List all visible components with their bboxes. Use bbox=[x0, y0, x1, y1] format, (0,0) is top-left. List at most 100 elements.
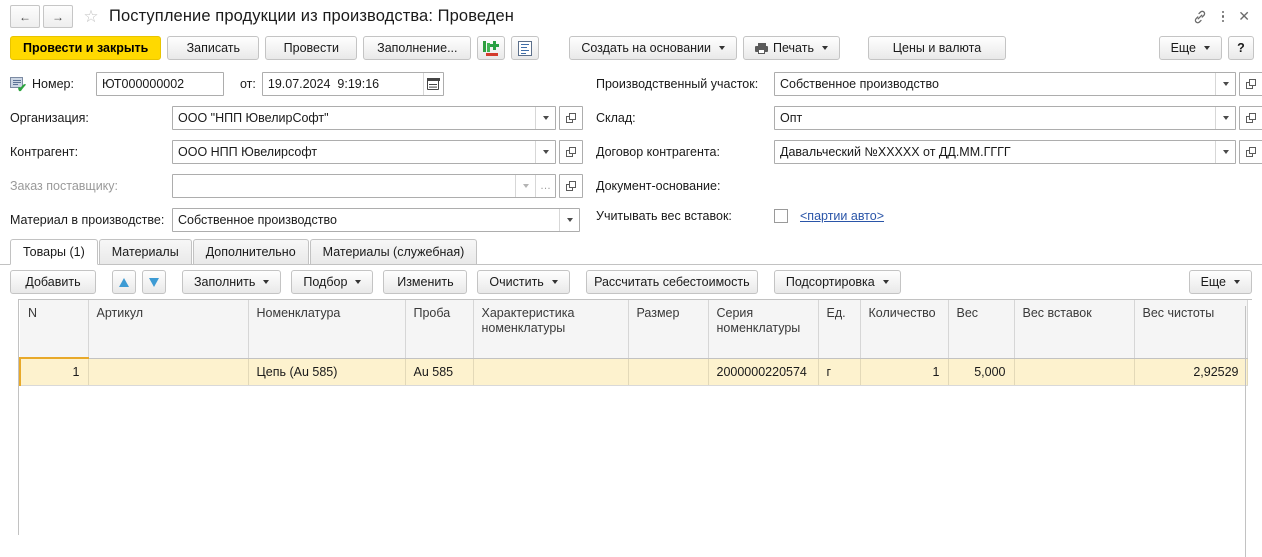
cell-size[interactable] bbox=[628, 358, 709, 386]
warehouse-input[interactable] bbox=[775, 107, 1215, 129]
printer-icon bbox=[755, 42, 769, 54]
write-button[interactable]: Записать bbox=[167, 36, 260, 60]
fill-rows-button[interactable]: Заполнить bbox=[182, 270, 282, 294]
cell-characteristic[interactable] bbox=[473, 358, 629, 386]
print-button[interactable]: Печать bbox=[743, 36, 840, 60]
cell-series[interactable]: 2000000220574 bbox=[708, 358, 819, 386]
subsort-button[interactable]: Подсортировка bbox=[773, 270, 901, 294]
production-site-field[interactable] bbox=[774, 72, 1236, 96]
col-header-characteristic[interactable]: Характеристика номенклатуры bbox=[473, 300, 629, 359]
cell-assay[interactable]: Au 585 bbox=[405, 358, 474, 386]
goods-table[interactable]: N Артикул Номенклатура Проба Характерист… bbox=[18, 299, 1252, 535]
col-header-insert-weight[interactable]: Вес вставок bbox=[1014, 300, 1135, 359]
contract-input[interactable] bbox=[775, 141, 1215, 163]
move-row-down-button[interactable] bbox=[142, 270, 166, 294]
cell-nomenclature[interactable]: Цепь (Au 585) bbox=[248, 358, 406, 386]
tab-materials-service[interactable]: Материалы (служебная) bbox=[309, 239, 478, 264]
date-input[interactable] bbox=[262, 73, 423, 95]
post-button[interactable]: Провести bbox=[265, 36, 358, 60]
list-document-button[interactable] bbox=[511, 36, 540, 60]
cell-row-number[interactable]: 1 bbox=[19, 357, 89, 386]
material-in-production-input[interactable] bbox=[173, 209, 559, 231]
production-site-input[interactable] bbox=[775, 73, 1215, 95]
add-row-button[interactable]: Добавить bbox=[10, 270, 96, 294]
post-and-close-button[interactable]: Провести и закрыть bbox=[10, 36, 162, 60]
material-in-production-dropdown-button[interactable] bbox=[559, 209, 579, 231]
col-header-weight[interactable]: Вес bbox=[948, 300, 1015, 359]
supplier-order-select-button[interactable]: … bbox=[535, 175, 555, 197]
warehouse-dropdown-button[interactable] bbox=[1215, 107, 1235, 129]
cell-quantity[interactable]: 1 bbox=[860, 358, 949, 386]
more-button[interactable]: Еще bbox=[1158, 36, 1222, 60]
calendar-picker-button[interactable] bbox=[422, 73, 443, 95]
move-row-up-button[interactable] bbox=[112, 270, 136, 294]
counterparty-open-button[interactable] bbox=[559, 140, 583, 164]
create-on-basis-button[interactable]: Создать на основании bbox=[569, 36, 738, 60]
organization-dropdown-button[interactable] bbox=[535, 107, 555, 129]
supplier-order-row: Заказ поставщику: … bbox=[10, 169, 588, 203]
supplier-order-field[interactable]: … bbox=[172, 174, 556, 198]
tab-strip: Товары (1) Материалы Дополнительно Матер… bbox=[0, 239, 1262, 265]
contract-field[interactable] bbox=[774, 140, 1236, 164]
supplier-order-dropdown-button[interactable] bbox=[515, 175, 535, 197]
counterparty-input[interactable] bbox=[173, 141, 535, 163]
organization-row: Организация: bbox=[10, 101, 588, 135]
green-plus-doc-button[interactable] bbox=[477, 36, 506, 60]
date-field[interactable] bbox=[261, 72, 444, 96]
production-site-label: Производственный участок: bbox=[596, 77, 759, 91]
favorite-star-icon[interactable]: ☆ bbox=[81, 7, 101, 27]
tab-goods[interactable]: Товары (1) bbox=[10, 239, 98, 265]
prices-and-currency-button[interactable]: Цены и валюта bbox=[867, 36, 1006, 60]
organization-input[interactable] bbox=[173, 107, 535, 129]
chevron-down-icon bbox=[1222, 116, 1229, 120]
chevron-down-icon bbox=[821, 46, 828, 50]
col-header-nomenclature[interactable]: Номенклатура bbox=[248, 300, 406, 359]
cell-article[interactable] bbox=[88, 358, 249, 386]
close-icon[interactable]: ✕ bbox=[1238, 8, 1250, 25]
link-icon[interactable] bbox=[1192, 9, 1208, 25]
col-header-assay[interactable]: Проба bbox=[405, 300, 474, 359]
col-header-article[interactable]: Артикул bbox=[88, 300, 249, 359]
contract-open-button[interactable] bbox=[1239, 140, 1262, 164]
cell-insert-weight[interactable] bbox=[1014, 358, 1135, 386]
col-header-size[interactable]: Размер bbox=[628, 300, 709, 359]
number-field[interactable] bbox=[96, 72, 224, 96]
col-header-series[interactable]: Серия номенклатуры bbox=[708, 300, 819, 359]
warehouse-field[interactable] bbox=[774, 106, 1236, 130]
material-in-production-field[interactable] bbox=[172, 208, 580, 232]
organization-open-button[interactable] bbox=[559, 106, 583, 130]
kebab-menu-icon[interactable] bbox=[1221, 10, 1225, 23]
warehouse-open-button[interactable] bbox=[1239, 106, 1262, 130]
table-header-row: N Артикул Номенклатура Проба Характерист… bbox=[20, 300, 1248, 359]
back-button[interactable]: ← bbox=[10, 5, 40, 28]
tab-materials[interactable]: Материалы bbox=[98, 239, 192, 264]
col-header-quantity[interactable]: Количество bbox=[860, 300, 949, 359]
pick-button[interactable]: Подбор bbox=[291, 270, 374, 294]
contract-dropdown-button[interactable] bbox=[1215, 141, 1235, 163]
number-input[interactable] bbox=[97, 73, 223, 95]
organization-field[interactable] bbox=[172, 106, 556, 130]
forward-button[interactable]: → bbox=[43, 5, 73, 28]
supplier-order-input[interactable] bbox=[173, 175, 515, 197]
table-row[interactable]: 1 Цепь (Au 585) Au 585 2000000220574 г 1… bbox=[19, 357, 1248, 386]
batches-auto-link[interactable]: <партии авто> bbox=[800, 209, 884, 223]
help-button[interactable]: ? bbox=[1228, 36, 1254, 60]
col-header-n[interactable]: N bbox=[20, 300, 89, 359]
supplier-order-open-button[interactable] bbox=[559, 174, 583, 198]
table-more-button[interactable]: Еще bbox=[1188, 270, 1252, 294]
col-header-unit[interactable]: Ед. bbox=[818, 300, 861, 359]
cell-unit[interactable]: г bbox=[818, 358, 861, 386]
counterparty-field[interactable] bbox=[172, 140, 556, 164]
account-insert-weight-checkbox[interactable] bbox=[774, 209, 788, 223]
calculate-cost-button[interactable]: Рассчитать себестоимость bbox=[585, 270, 758, 294]
clear-button[interactable]: Очистить bbox=[477, 270, 570, 294]
cell-pure-weight[interactable]: 2,92529 bbox=[1134, 358, 1248, 386]
change-button[interactable]: Изменить bbox=[383, 270, 468, 294]
fill-button[interactable]: Заполнение... bbox=[363, 36, 472, 60]
tab-additional[interactable]: Дополнительно bbox=[192, 239, 309, 264]
counterparty-dropdown-button[interactable] bbox=[535, 141, 555, 163]
cell-weight[interactable]: 5,000 bbox=[948, 358, 1015, 386]
production-site-open-button[interactable] bbox=[1239, 72, 1262, 96]
col-header-pure-weight[interactable]: Вес чистоты bbox=[1134, 300, 1248, 359]
production-site-dropdown-button[interactable] bbox=[1215, 73, 1235, 95]
